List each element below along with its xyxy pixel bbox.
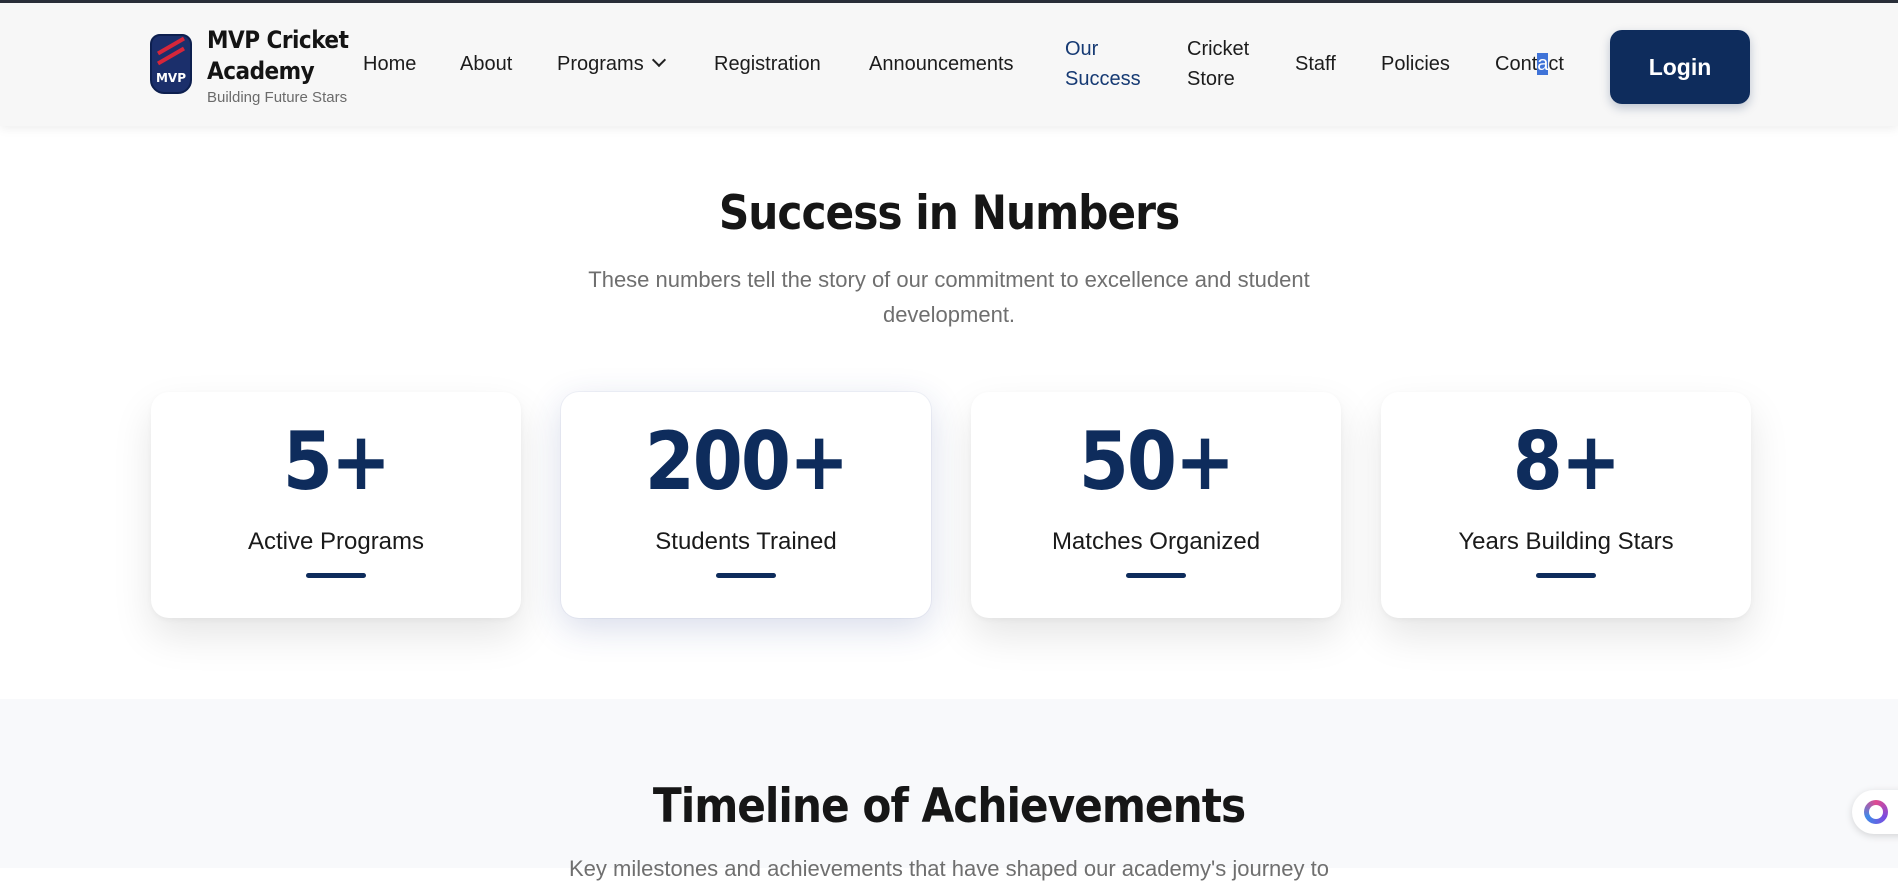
timeline-section: Timeline of Achievements Key milestones … — [0, 699, 1898, 881]
stat-card-matches: 50+ Matches Organized — [971, 392, 1341, 618]
nav-about[interactable]: About — [460, 49, 512, 79]
text-selection-highlight: a — [1537, 53, 1549, 75]
stat-value: 5+ — [282, 415, 391, 508]
nav-registration[interactable]: Registration — [714, 49, 821, 79]
stat-card-students: 200+ Students Trained — [561, 392, 931, 618]
stat-underline — [306, 573, 366, 578]
success-section-title: Success in Numbers — [718, 186, 1180, 241]
nav-programs-label: Programs — [557, 53, 644, 75]
brain-icon — [1864, 800, 1888, 824]
nav-contact-part1: Cont — [1495, 53, 1538, 75]
logo-text: MVP — [155, 71, 187, 85]
nav-store-line2: Store — [1187, 68, 1235, 90]
nav-policies[interactable]: Policies — [1381, 49, 1450, 79]
nav-cricket-store[interactable]: Cricket Store — [1187, 34, 1249, 94]
stat-label: Matches Organized — [1051, 528, 1261, 555]
nav-our-success[interactable]: Our Success — [1065, 34, 1141, 94]
stat-label: Years Building Stars — [1458, 528, 1674, 555]
nav-our-success-line1: Our — [1065, 38, 1099, 60]
chevron-down-icon — [651, 52, 666, 68]
subtitle-line1: These numbers tell the story of our comm… — [588, 267, 1310, 292]
timeline-section-title: Timeline of Achievements — [652, 779, 1246, 834]
nav-our-success-line2: Success — [1065, 68, 1141, 90]
brand-name[interactable]: MVP Cricket Academy — [207, 25, 357, 87]
academy-logo[interactable]: MVP — [150, 34, 192, 94]
stat-card-programs: 5+ Active Programs — [151, 392, 521, 618]
assistant-chat-button[interactable] — [1852, 790, 1898, 834]
timeline-section-subtitle: Key milestones and achievements that hav… — [569, 856, 1329, 881]
nav-contact-part3: ct — [1548, 53, 1564, 75]
stat-card-years: 8+ Years Building Stars — [1381, 392, 1751, 618]
stat-value: 200+ — [644, 415, 850, 508]
stat-value: 8+ — [1512, 415, 1621, 508]
stat-value: 50+ — [1078, 415, 1235, 508]
stat-label: Students Trained — [655, 528, 837, 555]
stat-underline — [1126, 573, 1186, 578]
site-header: MVP MVP Cricket Academy Building Future … — [0, 3, 1898, 126]
nav-announcements[interactable]: Announcements — [869, 49, 1014, 79]
success-section-subtitle: These numbers tell the story of our comm… — [549, 262, 1349, 332]
nav-contact[interactable]: Contact — [1495, 49, 1564, 79]
login-button[interactable]: Login — [1610, 30, 1750, 104]
subtitle-line2: development. — [882, 302, 1016, 327]
brand-tagline: Building Future Stars — [207, 89, 348, 106]
nav-programs[interactable]: Programs — [557, 49, 666, 79]
nav-staff[interactable]: Staff — [1295, 49, 1336, 79]
stat-label: Active Programs — [247, 528, 425, 555]
stat-underline — [1536, 573, 1596, 578]
nav-home[interactable]: Home — [363, 49, 416, 79]
stat-underline — [716, 573, 776, 578]
nav-store-line1: Cricket — [1187, 38, 1250, 60]
